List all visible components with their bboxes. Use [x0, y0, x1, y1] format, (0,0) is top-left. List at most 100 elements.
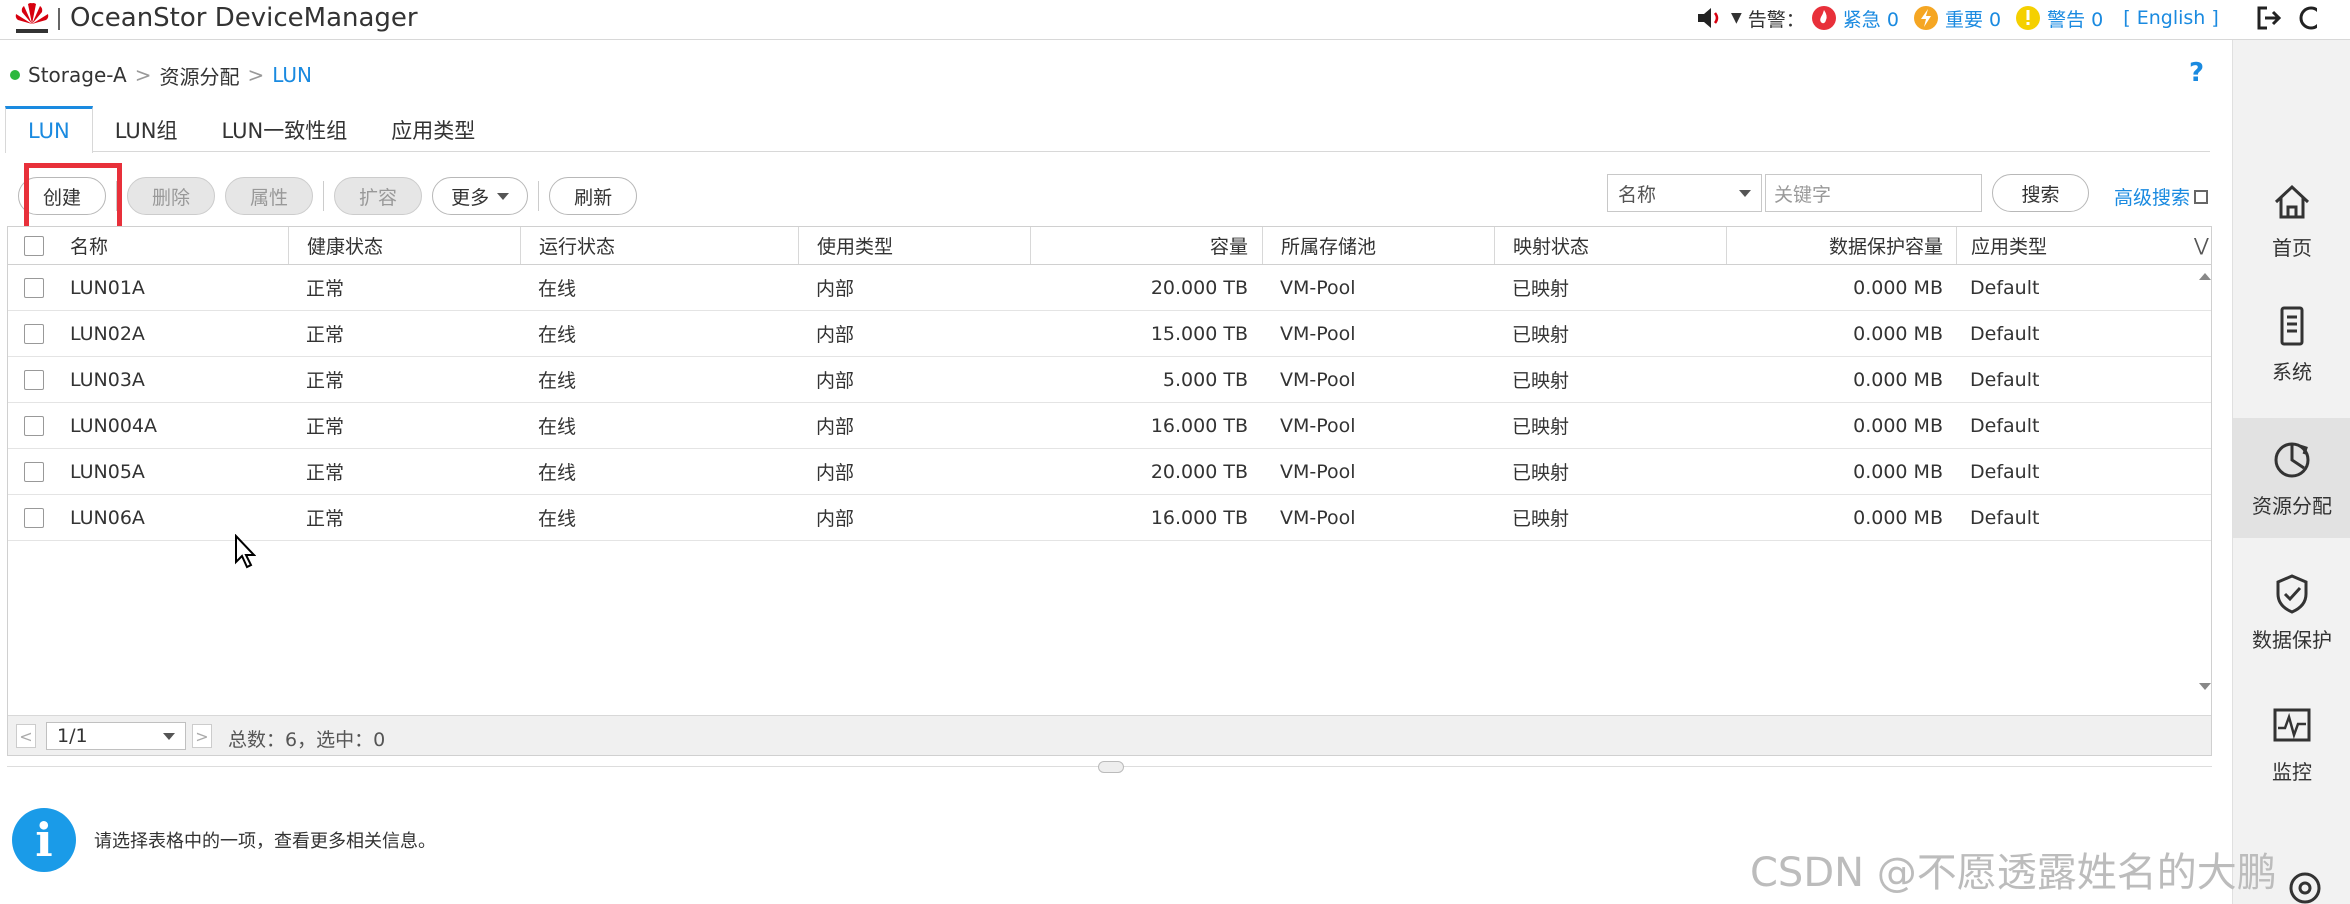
table-row[interactable]: LUN004A 正常 在线 内部 16.000 TB VM-Pool 已映射 0.000 MB… — [8, 403, 2211, 449]
warning-label: 警告 — [2047, 8, 2086, 31]
header-capacity[interactable]: 容量 — [1030, 227, 1248, 264]
cell-name: LUN01A — [70, 276, 145, 299]
tab-application-type[interactable]: 应用类型 — [369, 106, 497, 152]
tab-lun-consistency-group[interactable]: LUN一致性组 — [199, 106, 369, 152]
cell-mapping: 已映射 — [1512, 370, 1570, 392]
speaker-icon[interactable] — [1695, 5, 1725, 31]
table-row[interactable]: LUN06A 正常 在线 内部 16.000 TB VM-Pool 已映射 0.000 MB D… — [8, 495, 2211, 541]
cell-running: 在线 — [538, 416, 577, 438]
cell-app-type: Default — [1970, 368, 2040, 391]
logo-separator — [58, 8, 60, 30]
cell-pool: VM-Pool — [1280, 276, 1356, 299]
nav-data-protection[interactable]: 数据保护 — [2233, 552, 2350, 672]
cell-capacity: 20.000 TB — [1150, 276, 1248, 299]
column-selector-icon[interactable]: ⋁ — [2194, 235, 2209, 256]
page-select[interactable]: 1/1 — [46, 722, 186, 750]
vertical-scrollbar[interactable] — [2197, 265, 2211, 705]
next-page-button[interactable]: > — [192, 724, 212, 748]
nav-provisioning[interactable]: 资源分配 — [2233, 418, 2350, 538]
header-usage[interactable]: 使用类型 — [798, 227, 893, 264]
prev-page-button[interactable]: < — [16, 724, 36, 748]
info-message: 请选择表格中的一项，查看更多相关信息。 — [94, 831, 436, 852]
table-row[interactable]: LUN05A 正常 在线 内部 20.000 TB VM-Pool 已映射 0.000 MB D… — [8, 449, 2211, 495]
nav-home-label: 首页 — [2272, 235, 2312, 260]
delete-button[interactable]: 删除 — [127, 177, 216, 215]
cell-capacity: 16.000 TB — [1150, 414, 1248, 437]
expand-button[interactable]: 扩容 — [334, 177, 423, 215]
properties-button[interactable]: 属性 — [225, 177, 314, 215]
provisioning-icon — [2274, 442, 2310, 477]
device-manager-window: OceanStor DeviceManager ▼ 告警： 紧急 0 重要 0 — [0, 0, 2350, 904]
header-app-type[interactable]: 应用类型 — [1956, 227, 2047, 264]
warning-alarm-link[interactable]: 警告 0 — [2047, 5, 2103, 32]
nav-monitor[interactable]: 监控 — [2233, 684, 2350, 804]
breadcrumb-section[interactable]: 资源分配 — [159, 61, 239, 90]
info-icon: i — [12, 808, 76, 872]
row-checkbox[interactable] — [24, 415, 44, 436]
cell-pool: VM-Pool — [1280, 460, 1356, 483]
table-row[interactable]: LUN01A 正常 在线 内部 20.000 TB VM-Pool 已映射 0.000 MB D… — [8, 265, 2211, 311]
scroll-down-icon[interactable] — [2199, 683, 2211, 690]
header-running[interactable]: 运行状态 — [520, 227, 615, 264]
header-pool[interactable]: 所属存储池 — [1262, 227, 1376, 264]
scroll-up-icon[interactable] — [2199, 273, 2211, 280]
row-checkbox[interactable] — [24, 461, 44, 482]
search-field-select[interactable]: 名称 — [1607, 174, 1762, 212]
search-field-value: 名称 — [1618, 183, 1657, 206]
row-checkbox-cell — [24, 449, 44, 494]
row-checkbox[interactable] — [24, 277, 44, 298]
tab-lun[interactable]: LUN — [5, 106, 93, 153]
select-all-checkbox[interactable] — [24, 235, 44, 256]
nav-system[interactable]: 系统 — [2233, 284, 2350, 404]
huawei-logo — [15, 3, 49, 33]
more-button[interactable]: 更多 — [432, 177, 529, 215]
settings-gear-icon[interactable] — [2283, 866, 2327, 904]
table-row[interactable]: LUN03A 正常 在线 内部 5.000 TB VM-Pool 已映射 0.000 MB De… — [8, 357, 2211, 403]
help-icon[interactable]: ? — [2189, 58, 2204, 88]
cell-protection-capacity: 0.000 MB — [1853, 414, 1943, 437]
advanced-search-link[interactable]: 高级搜索 — [2114, 183, 2209, 210]
cell-running: 在线 — [538, 508, 577, 530]
cell-app-type: Default — [1970, 506, 2040, 529]
logout-icon[interactable] — [2255, 5, 2283, 31]
tab-lun-group[interactable]: LUN组 — [93, 106, 200, 152]
header-health[interactable]: 健康状态 — [288, 227, 383, 264]
header-mapping[interactable]: 映射状态 — [1494, 227, 1589, 264]
clock-icon[interactable] — [2297, 5, 2317, 31]
table-footer: < 1/1 > 总数：6，选中：0 — [8, 715, 2211, 755]
header-name[interactable]: 名称 — [70, 227, 108, 264]
warning-count: 0 — [2091, 8, 2104, 31]
row-checkbox[interactable] — [24, 369, 44, 390]
language-switch[interactable]: [ English ] — [2123, 7, 2219, 29]
table-row[interactable]: LUN02A 正常 在线 内部 15.000 TB VM-Pool 已映射 0.000 MB D… — [8, 311, 2211, 357]
major-alarm-link[interactable]: 重要 0 — [1945, 5, 2001, 32]
top-bar: OceanStor DeviceManager ▼ 告警： 紧急 0 重要 0 — [0, 0, 2350, 40]
cell-app-type: Default — [1970, 414, 2040, 437]
cell-pool: VM-Pool — [1280, 506, 1356, 529]
major-label: 重要 — [1944, 8, 1983, 31]
cell-mapping: 已映射 — [1512, 508, 1570, 530]
critical-alarm-link[interactable]: 紧急 0 — [1843, 5, 1899, 32]
cell-mapping: 已映射 — [1512, 324, 1570, 346]
app-title: OceanStor DeviceManager — [70, 3, 418, 33]
alarm-dropdown-icon[interactable]: ▼ — [1731, 10, 1742, 26]
cell-protection-capacity: 0.000 MB — [1853, 276, 1943, 299]
warning-alarm-icon — [2016, 6, 2041, 30]
cell-name: LUN004A — [70, 414, 158, 437]
breadcrumb: Storage-A > 资源分配 > LUN — [10, 60, 312, 90]
shield-icon — [2276, 573, 2308, 614]
search-input[interactable]: 关键字 — [1765, 174, 1982, 212]
monitor-icon — [2273, 708, 2311, 741]
cell-name: LUN03A — [70, 368, 145, 391]
search-button[interactable]: 搜索 — [1992, 174, 2089, 212]
splitter-handle[interactable] — [1098, 761, 1124, 773]
header-protection-capacity[interactable]: 数据保护容量 — [1726, 227, 1943, 264]
refresh-button[interactable]: 刷新 — [549, 177, 638, 215]
row-checkbox[interactable] — [24, 507, 44, 528]
critical-count: 0 — [1886, 8, 1899, 31]
breadcrumb-device[interactable]: Storage-A — [28, 63, 127, 87]
cell-protection-capacity: 0.000 MB — [1853, 368, 1943, 391]
cell-health: 正常 — [306, 462, 345, 484]
nav-home[interactable]: 首页 — [2233, 160, 2350, 280]
row-checkbox[interactable] — [24, 323, 44, 344]
